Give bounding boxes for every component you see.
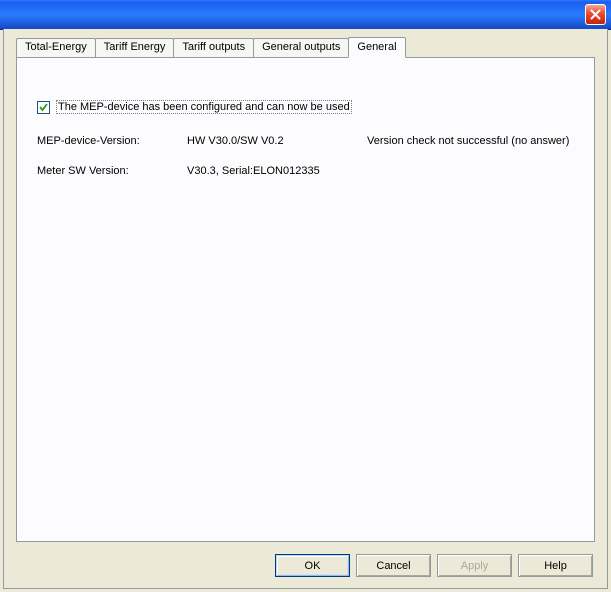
titlebar (0, 0, 611, 30)
tab-general[interactable]: General (348, 37, 405, 58)
dialog-window: Total-Energy Tariff Energy Tariff output… (0, 0, 611, 592)
mep-version-value: HW V30.0/SW V0.2 (187, 135, 284, 147)
tab-page-general: The MEP-device has been configured and c… (16, 57, 595, 542)
button-bar: OK Cancel Apply Help (275, 554, 593, 577)
tab-label: General (357, 41, 396, 53)
apply-button[interactable]: Apply (437, 554, 512, 577)
mep-version-status: Version check not successful (no answer) (367, 135, 569, 147)
meter-sw-value: V30.3, Serial:ELON012335 (187, 165, 320, 177)
cancel-button[interactable]: Cancel (356, 554, 431, 577)
tab-general-outputs[interactable]: General outputs (253, 38, 349, 59)
tab-tariff-energy[interactable]: Tariff Energy (95, 38, 175, 59)
checkmark-icon (38, 102, 49, 113)
meter-sw-label: Meter SW Version: (37, 165, 129, 177)
tab-label: General outputs (262, 41, 340, 53)
tab-total-energy[interactable]: Total-Energy (16, 38, 96, 59)
tab-tariff-outputs[interactable]: Tariff outputs (173, 38, 254, 59)
tab-label: Tariff outputs (182, 41, 245, 53)
configured-checkbox-label: The MEP-device has been configured and c… (56, 100, 352, 114)
close-button[interactable] (585, 4, 606, 25)
client-area: Total-Energy Tariff Energy Tariff output… (3, 29, 608, 589)
mep-version-label: MEP-device-Version: (37, 135, 140, 147)
configured-checkbox-row: The MEP-device has been configured and c… (37, 100, 352, 114)
help-button[interactable]: Help (518, 554, 593, 577)
ok-button[interactable]: OK (275, 554, 350, 577)
configured-checkbox[interactable] (37, 101, 50, 114)
tab-label: Tariff Energy (104, 41, 166, 53)
close-icon (590, 9, 601, 20)
tab-label: Total-Energy (25, 41, 87, 53)
tab-strip: Total-Energy Tariff Energy Tariff output… (16, 36, 595, 57)
